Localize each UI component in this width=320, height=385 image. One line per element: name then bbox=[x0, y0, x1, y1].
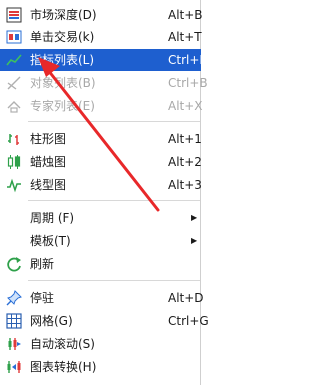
chart-shift-icon bbox=[7, 361, 21, 373]
chart-context-menu: 市场深度(D) Alt+B 单击交易(k) Alt+T 指标列表(L) Ctrl… bbox=[0, 0, 209, 385]
menu-item-label: 单击交易(k) bbox=[30, 30, 95, 44]
menu-item-label: 市场深度(D) bbox=[30, 8, 97, 22]
indicators-list-icon bbox=[6, 54, 22, 66]
menu-item-label: 停驻 bbox=[30, 291, 55, 305]
menu-item-shortcut: Ctrl+B bbox=[168, 76, 208, 90]
pin-icon bbox=[6, 290, 22, 306]
menu-item-indicators-list[interactable]: 指标列表(L) Ctrl+I bbox=[0, 49, 203, 71]
menu-item-auto-scroll[interactable]: 自动滚动(S) bbox=[0, 333, 201, 355]
menu-item-label: 模板(T) bbox=[30, 234, 71, 248]
menu-item-experts-list[interactable]: 专家列表(E) Alt+X bbox=[0, 95, 203, 117]
menu-item-objects-list[interactable]: 对象列表(B) Ctrl+B bbox=[0, 72, 208, 94]
menu-item-label: 刷新 bbox=[30, 257, 55, 271]
menu-item-label: 线型图 bbox=[30, 178, 67, 192]
menu-item-label: 网格(G) bbox=[30, 314, 73, 328]
menu-item-label: 专家列表(E) bbox=[30, 99, 95, 113]
menu-item-shortcut: Alt+3 bbox=[168, 178, 202, 192]
menu-item-label: 蜡烛图 bbox=[30, 155, 67, 169]
one-click-trading-icon bbox=[6, 30, 22, 44]
menu-item-label: 周期 (F) bbox=[30, 211, 75, 225]
menu-item-candlestick[interactable]: 蜡烛图 Alt+2 bbox=[0, 151, 202, 173]
menu-item-shortcut: Alt+X bbox=[168, 99, 203, 113]
menu-item-shortcut: Alt+T bbox=[168, 30, 202, 44]
menu-item-label: 柱形图 bbox=[30, 132, 67, 146]
candlestick-icon bbox=[7, 155, 21, 169]
menu-separator bbox=[28, 280, 200, 281]
menu-item-dock[interactable]: 停驻 Alt+D bbox=[0, 287, 204, 309]
menu-item-chart-shift[interactable]: 图表转换(H) bbox=[0, 356, 201, 378]
submenu-arrow-icon: ▶ bbox=[191, 213, 198, 222]
grid-icon bbox=[6, 313, 22, 329]
submenu-arrow-icon: ▶ bbox=[191, 236, 198, 245]
menu-item-period[interactable]: 周期 (F) ▶ bbox=[0, 207, 201, 229]
menu-separator bbox=[28, 200, 200, 201]
menu-item-grid[interactable]: 网格(G) Ctrl+G bbox=[0, 310, 209, 332]
menu-item-line-chart[interactable]: 线型图 Alt+3 bbox=[0, 174, 202, 196]
menu-item-template[interactable]: 模板(T) ▶ bbox=[0, 230, 201, 252]
menu-item-one-click-trading[interactable]: 单击交易(k) Alt+T bbox=[0, 26, 202, 48]
bar-chart-icon bbox=[8, 134, 19, 145]
experts-list-icon bbox=[7, 101, 21, 113]
menu-item-label: 图表转换(H) bbox=[30, 360, 97, 374]
menu-item-shortcut: Alt+B bbox=[168, 8, 203, 22]
auto-scroll-icon bbox=[8, 338, 21, 350]
refresh-icon bbox=[7, 257, 21, 272]
menu-item-refresh[interactable]: 刷新 bbox=[0, 253, 201, 275]
menu-item-shortcut: Ctrl+G bbox=[168, 314, 209, 328]
line-chart-icon bbox=[7, 178, 21, 193]
objects-list-icon bbox=[7, 76, 21, 90]
menu-item-bar-chart[interactable]: 柱形图 Alt+1 bbox=[0, 128, 202, 150]
market-depth-icon bbox=[6, 7, 22, 23]
menu-item-label: 指标列表(L) bbox=[30, 53, 95, 67]
menu-item-shortcut: Ctrl+I bbox=[168, 53, 203, 67]
menu-item-label: 对象列表(B) bbox=[30, 76, 96, 90]
menu-item-market-depth[interactable]: 市场深度(D) Alt+B bbox=[0, 4, 203, 26]
menu-item-label: 自动滚动(S) bbox=[30, 337, 95, 351]
menu-item-shortcut: Alt+1 bbox=[168, 132, 202, 146]
menu-separator bbox=[28, 121, 200, 122]
menu-item-shortcut: Alt+D bbox=[168, 291, 204, 305]
menu-item-shortcut: Alt+2 bbox=[168, 155, 202, 169]
